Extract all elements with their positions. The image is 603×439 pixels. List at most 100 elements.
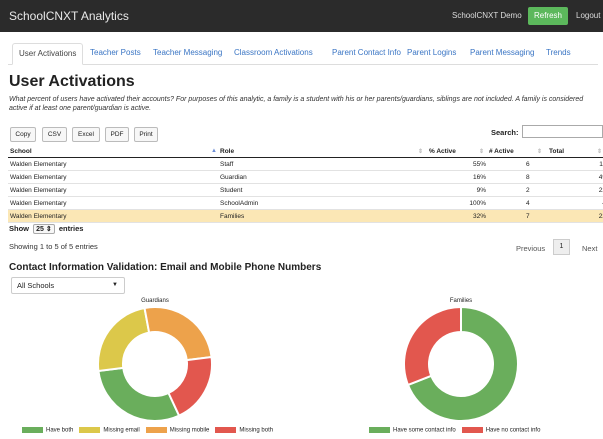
families-donut-chart xyxy=(403,305,519,422)
logout-link[interactable]: Logout xyxy=(576,11,600,20)
total-cell: 22 xyxy=(598,213,603,220)
section-title: Contact Information Validation: Email an… xyxy=(9,262,322,273)
legend-label: Missing email xyxy=(103,427,140,434)
families-legend: Have some contact info Have no contact in… xyxy=(369,427,546,434)
slice-missing-both[interactable] xyxy=(167,355,213,417)
pct-active-cell: 55% xyxy=(472,161,486,168)
sort-asc-icon: ▲ xyxy=(211,148,217,154)
page-length-value: 25 xyxy=(36,226,44,234)
column-header-total[interactable]: Total xyxy=(549,148,564,155)
sort-icon: ⇕ xyxy=(479,149,485,155)
next-page-button[interactable]: Next xyxy=(582,244,597,253)
column-header-school[interactable]: School xyxy=(10,148,32,155)
sort-icon: ⇕ xyxy=(537,149,543,155)
page-title: User Activations xyxy=(9,73,135,90)
role-cell: Families xyxy=(220,213,245,220)
previous-page-button[interactable]: Previous xyxy=(516,244,545,253)
legend-item-missing-mobile[interactable]: Missing mobile xyxy=(145,427,210,434)
pct-active-cell: 32% xyxy=(472,213,486,220)
num-active-cell: 4 xyxy=(526,200,530,207)
app-title[interactable]: SchoolCNXT Analytics xyxy=(9,9,129,23)
search-input[interactable] xyxy=(522,125,603,138)
legend-swatch xyxy=(461,427,483,433)
excel-button[interactable]: Excel xyxy=(72,127,100,142)
table-row[interactable]: Walden Elementary Student 9% 2 22 xyxy=(8,184,603,197)
tab-parent-contact-info[interactable]: Parent Contact Info xyxy=(326,43,407,65)
school-filter-select[interactable]: All Schools ▼ xyxy=(11,277,125,294)
page-length-control: Show 25 ⇕ entries xyxy=(9,224,84,235)
role-cell: Guardian xyxy=(220,174,247,181)
slice-have-no-contact-info[interactable] xyxy=(403,305,462,387)
school-cell: Walden Elementary xyxy=(10,200,67,207)
role-cell: Staff xyxy=(220,161,234,168)
pct-active-cell: 100% xyxy=(469,200,486,207)
updown-icon: ⇕ xyxy=(45,226,52,234)
legend-swatch xyxy=(215,427,237,433)
school-cell: Walden Elementary xyxy=(10,161,67,168)
slice-missing-email[interactable] xyxy=(97,306,151,373)
school-cell: Walden Elementary xyxy=(10,187,67,194)
legend-item-have-some-contact-info[interactable]: Have some contact info xyxy=(369,427,456,434)
page-1-button[interactable]: 1 xyxy=(553,239,570,255)
tab-parent-logins[interactable]: Parent Logins xyxy=(401,43,462,65)
legend-item-have-no-contact-info[interactable]: Have no contact info xyxy=(461,427,541,434)
table-row[interactable]: Walden Elementary Staff 55% 6 11 xyxy=(8,158,603,171)
slice-have-both[interactable] xyxy=(97,366,181,422)
role-cell: SchoolAdmin xyxy=(220,200,259,207)
role-cell: Student xyxy=(220,187,243,194)
num-active-cell: 7 xyxy=(526,213,530,220)
school-cell: Walden Elementary xyxy=(10,174,67,181)
guardians-donut-chart xyxy=(97,306,213,422)
pct-active-cell: 16% xyxy=(472,174,486,181)
account-name: SchoolCNXT Demo xyxy=(452,11,522,20)
num-active-cell: 6 xyxy=(526,161,530,168)
legend-swatch xyxy=(145,427,167,433)
legend-label: Have some contact info xyxy=(393,427,456,434)
num-active-cell: 8 xyxy=(526,174,530,181)
total-cell: 11 xyxy=(599,161,603,168)
search-label: Search: xyxy=(491,128,519,137)
table-info: Showing 1 to 5 of 5 entries xyxy=(9,242,98,251)
legend-item-missing-email[interactable]: Missing email xyxy=(79,427,140,434)
legend-label: Have no contact info xyxy=(485,427,541,434)
legend-swatch xyxy=(79,427,101,433)
tab-trends[interactable]: Trends xyxy=(540,43,577,65)
total-cell: 4 xyxy=(578,200,603,207)
page-length-select[interactable]: 25 ⇕ xyxy=(33,224,55,235)
legend-item-have-both[interactable]: Have both xyxy=(22,427,73,434)
column-header-role[interactable]: Role xyxy=(220,148,234,155)
tab-teacher-messaging[interactable]: Teacher Messaging xyxy=(147,43,228,65)
legend-label: Missing mobile xyxy=(169,427,210,434)
total-cell: 49 xyxy=(598,174,603,181)
column-header-num-active[interactable]: # Active xyxy=(489,148,514,155)
legend-item-missing-both[interactable]: Missing both xyxy=(215,427,273,434)
legend-label: Missing both xyxy=(239,427,274,434)
num-active-cell: 2 xyxy=(526,187,530,194)
total-cell: 22 xyxy=(598,187,603,194)
pct-active-cell: 9% xyxy=(476,187,486,194)
tab-classroom-activations[interactable]: Classroom Activations xyxy=(228,43,319,65)
csv-button[interactable]: CSV xyxy=(42,127,67,142)
school-cell: Walden Elementary xyxy=(10,213,67,220)
tab-teacher-posts[interactable]: Teacher Posts xyxy=(84,43,147,65)
column-header-pct-active[interactable]: % Active xyxy=(429,148,456,155)
top-navbar: SchoolCNXT Analytics SchoolCNXT Demo Ref… xyxy=(0,0,603,32)
table-row[interactable]: Walden Elementary Guardian 16% 8 49 xyxy=(8,171,603,184)
school-filter-value: All Schools xyxy=(17,281,55,290)
copy-button[interactable]: Copy xyxy=(10,127,36,142)
entries-label: entries xyxy=(58,224,84,233)
sort-icon: ⇕ xyxy=(597,149,603,155)
tab-user-activations[interactable]: User Activations xyxy=(12,43,84,65)
refresh-button[interactable]: Refresh xyxy=(528,7,568,25)
tab-parent-messaging[interactable]: Parent Messaging xyxy=(464,43,540,65)
table-row[interactable]: Walden Elementary SchoolAdmin 100% 4 4 xyxy=(8,197,603,210)
table-header: School ▲ Role ⇕ % Active ⇕ # Active ⇕ To… xyxy=(8,145,603,158)
legend-label: Have both xyxy=(46,427,74,434)
table-row-highlighted[interactable]: Walden Elementary Families 32% 7 22 xyxy=(8,210,603,223)
print-button[interactable]: Print xyxy=(134,127,158,142)
guardians-legend: Have both Missing email Missing mobile Miss… xyxy=(22,427,279,434)
pdf-button[interactable]: PDF xyxy=(105,127,129,142)
slice-missing-mobile[interactable] xyxy=(143,306,213,362)
show-label: Show xyxy=(9,224,29,233)
legend-swatch xyxy=(22,427,43,433)
